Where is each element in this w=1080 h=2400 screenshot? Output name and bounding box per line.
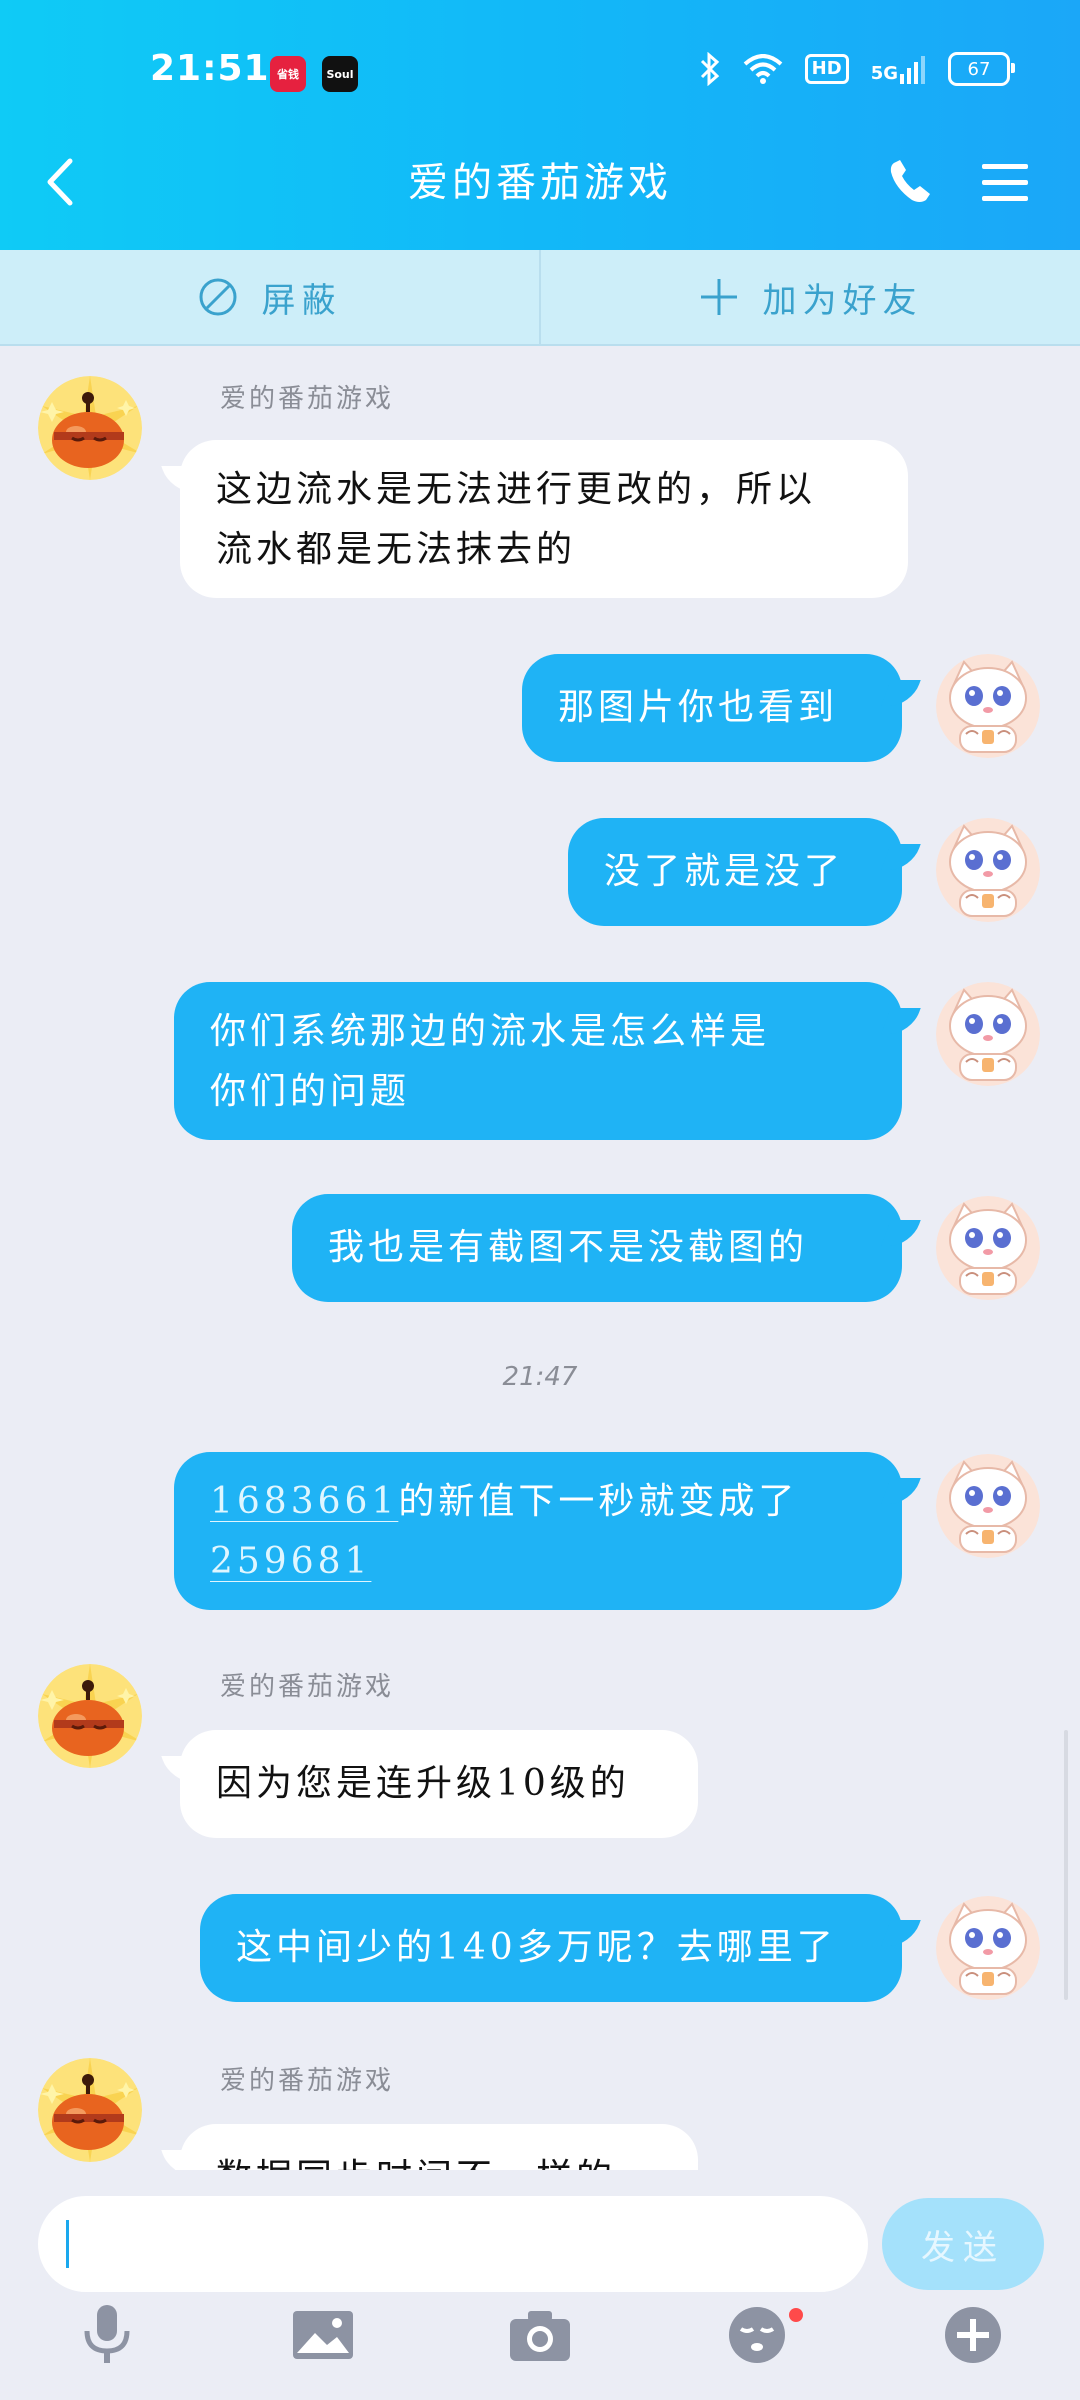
network-type: 5G [870, 63, 898, 84]
sender-name: 爱的番茄游戏 [220, 384, 395, 414]
incoming-message[interactable]: 数据同步时间不一样的 [180, 2124, 698, 2170]
message-line: 你们系统那边的流水是怎么样是 [210, 1011, 771, 1052]
add-friend-label: 加为好友 [762, 280, 923, 321]
message-line: 259681 [210, 1532, 866, 1592]
my-avatar[interactable] [936, 1896, 1040, 2000]
plus-icon [945, 2307, 1001, 2363]
hamburger-menu-icon [982, 164, 1028, 201]
shengqian-app-icon: 省钱 [270, 56, 306, 92]
input-toolbar [0, 2300, 1080, 2380]
number-link[interactable]: 259681 [210, 1541, 371, 1582]
sender-name: 爱的番茄游戏 [220, 1672, 395, 1702]
block-label: 屏蔽 [261, 280, 342, 321]
contact-avatar[interactable] [38, 1664, 142, 1768]
image-icon [293, 2311, 353, 2359]
incoming-message[interactable]: 因为您是连升级10级的 [180, 1730, 698, 1838]
message-line: 因为您是连升级10级的 [216, 1763, 630, 1804]
plus-icon [700, 279, 737, 315]
message-line: 没了就是没了 [604, 851, 845, 892]
my-avatar[interactable] [936, 1454, 1040, 1558]
block-button[interactable]: 屏蔽 [0, 250, 539, 344]
outgoing-message[interactable]: 我也是有截图不是没截图的 [292, 1194, 902, 1302]
message-text: 的新值下一秒就变成了 [398, 1481, 799, 1522]
stranger-action-bar: 屏蔽 加为好友 [0, 250, 1080, 346]
camera-icon [510, 2311, 570, 2361]
message-line: 你们的问题 [210, 1071, 411, 1112]
my-avatar[interactable] [936, 654, 1040, 758]
message-line: 这中间少的140多万呢？去哪里了 [236, 1927, 837, 1968]
status-indicators: HD 5G 67 [699, 52, 1015, 86]
contact-avatar[interactable] [38, 2058, 142, 2162]
emoji-icon [729, 2307, 785, 2363]
message-line: 我也是有截图不是没截图的 [328, 1227, 809, 1268]
message-line: 那图片你也看到 [558, 687, 839, 728]
emoji-button[interactable] [722, 2300, 792, 2370]
message-clip: 数据同步时间不一样的 [150, 2110, 750, 2170]
outgoing-message[interactable]: 那图片你也看到 [522, 654, 902, 762]
message-line: 这边流水是无法进行更改的，所以 [216, 469, 817, 510]
bluetooth-icon [700, 52, 719, 86]
menu-button[interactable] [975, 155, 1035, 211]
outgoing-message[interactable]: 没了就是没了 [568, 818, 902, 926]
outgoing-message[interactable]: 你们系统那边的流水是怎么样是 你们的问题 [174, 982, 902, 1140]
notification-dot [789, 2308, 803, 2322]
my-avatar[interactable] [936, 982, 1040, 1086]
signal-icon [900, 56, 925, 84]
send-button[interactable]: 发送 [882, 2198, 1044, 2290]
voice-button[interactable] [72, 2300, 142, 2370]
wifi-icon [743, 54, 782, 84]
text-caret [66, 2220, 69, 2268]
phone-icon [890, 160, 930, 202]
scrollbar[interactable] [1064, 1730, 1068, 2000]
message-line: 数据同步时间不一样的 [216, 2148, 662, 2170]
message-input[interactable] [38, 2196, 868, 2292]
soul-app-icon: Soul [322, 56, 358, 92]
number-link[interactable]: 1683661 [210, 1481, 398, 1522]
outgoing-message[interactable]: 这中间少的140多万呢？去哪里了 [200, 1894, 902, 2002]
call-button[interactable] [880, 152, 940, 212]
incoming-message[interactable]: 这边流水是无法进行更改的，所以 流水都是无法抹去的 [180, 440, 908, 598]
status-time: 21:51 [150, 48, 270, 89]
add-friend-button[interactable]: 加为好友 [541, 250, 1080, 344]
sender-name: 爱的番茄游戏 [220, 2066, 395, 2096]
more-button[interactable] [938, 2300, 1008, 2370]
hd-badge: HD [804, 54, 849, 84]
my-avatar[interactable] [936, 1196, 1040, 1300]
camera-button[interactable] [505, 2300, 575, 2370]
outgoing-message[interactable]: 1683661的新值下一秒就变成了 259681 [174, 1452, 902, 1610]
microphone-icon [84, 2305, 130, 2363]
battery-indicator: 67 [948, 52, 1015, 86]
message-line: 流水都是无法抹去的 [216, 529, 577, 570]
photo-button[interactable] [288, 2300, 358, 2370]
chat-header: 21:51 省钱 Soul HD 5G 67 爱的番茄游戏 [0, 0, 1080, 250]
contact-avatar[interactable] [38, 376, 142, 480]
time-separator: 21:47 [502, 1362, 578, 1392]
my-avatar[interactable] [936, 818, 1040, 922]
message-line: 1683661的新值下一秒就变成了 [210, 1472, 866, 1532]
block-icon [199, 278, 236, 316]
